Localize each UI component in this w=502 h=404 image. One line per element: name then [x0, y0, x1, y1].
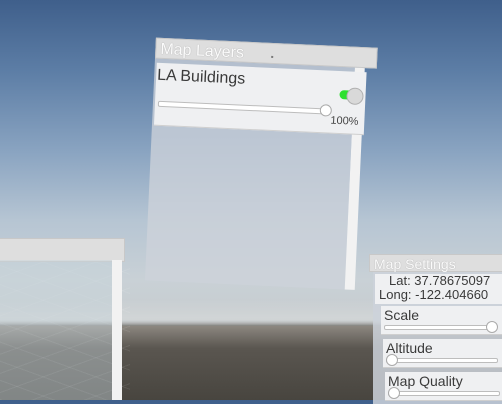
map-quality-slider-thumb[interactable] — [388, 387, 400, 399]
toggle-knob[interactable] — [346, 87, 364, 106]
map-layers-panel: Map Layers LA Buildings 100% — [131, 36, 382, 297]
layer-item-la-buildings: LA Buildings 100% — [153, 62, 367, 136]
layer-opacity-value: 100% — [330, 114, 359, 128]
altitude-slider[interactable] — [386, 358, 498, 363]
map-settings-title: Map Settings — [374, 256, 456, 272]
cursor-dot — [271, 55, 274, 58]
scale-slider-thumb[interactable] — [485, 321, 498, 333]
layer-visibility-toggle[interactable] — [339, 87, 364, 106]
map-quality-slider[interactable] — [388, 391, 500, 396]
altitude-slider-thumb[interactable] — [386, 354, 398, 366]
scale-label: Scale — [384, 307, 420, 323]
layer-opacity-slider[interactable] — [157, 100, 326, 115]
latitude-readout: Lat: 37.78675097 — [389, 274, 491, 288]
longitude-readout: Long: -122.404660 — [379, 287, 489, 302]
map-quality-setting: Map Quality — [385, 372, 502, 401]
background-panel-title-bar[interactable] — [0, 238, 125, 262]
layer-name: LA Buildings — [156, 66, 246, 88]
scale-setting: Scale — [381, 306, 502, 335]
coordinates-readout: Lat: 37.78675097 Long: -122.404660 — [375, 274, 502, 304]
background-panel-body — [0, 260, 112, 400]
background-panel-edge — [112, 260, 122, 400]
altitude-setting: Altitude — [383, 339, 502, 368]
scale-slider[interactable] — [384, 325, 496, 330]
map-settings-title-bar[interactable]: Map Settings — [369, 254, 502, 272]
background-panel-left — [0, 238, 125, 400]
map-quality-label: Map Quality — [388, 373, 463, 389]
